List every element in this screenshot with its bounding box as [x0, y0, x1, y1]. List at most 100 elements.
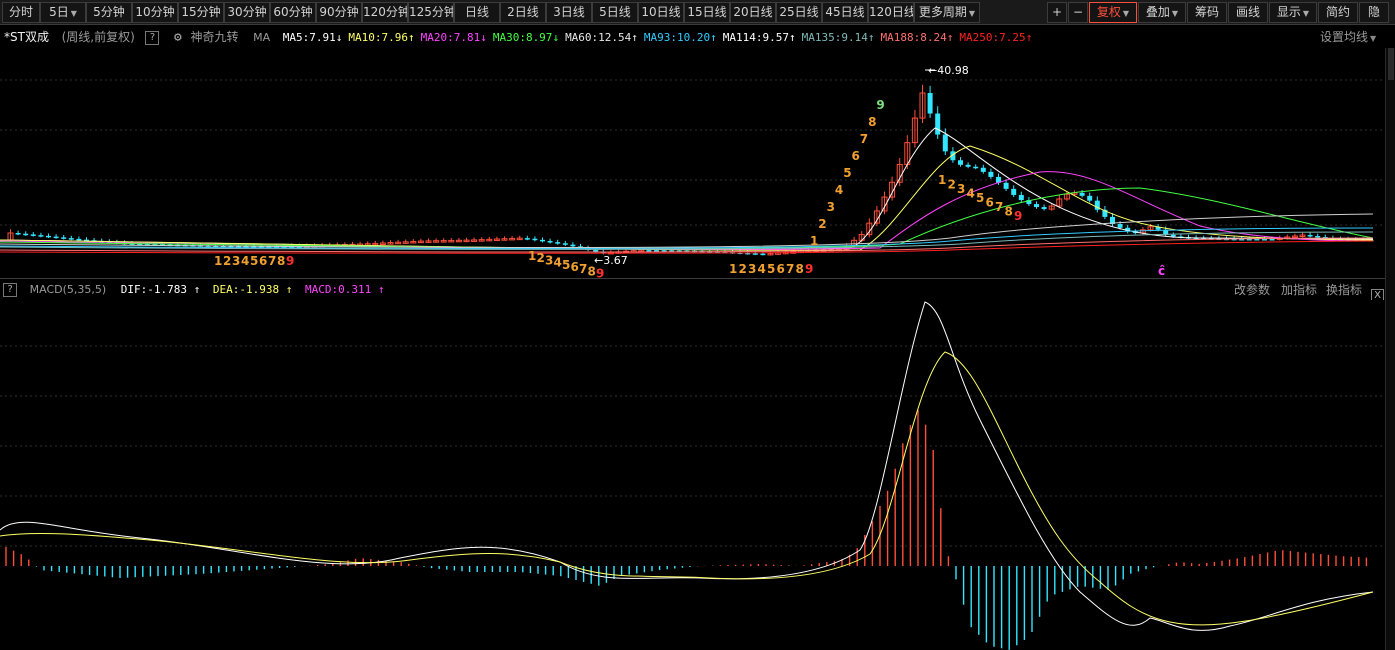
td_seq_3-num-1: 2	[739, 262, 747, 276]
tool-button-2[interactable]: 复权 ▼	[1089, 2, 1137, 23]
td_seq_1-num-2: 3	[232, 254, 240, 268]
period-button-13[interactable]: 5日线	[592, 2, 638, 23]
scrollbar-thumb[interactable]	[1388, 48, 1394, 80]
candle-77	[593, 249, 599, 252]
period-button-2[interactable]: 5分钟	[86, 2, 132, 23]
period-button-7[interactable]: 90分钟	[316, 2, 362, 23]
td_seq_2-num-0: 1	[528, 249, 536, 263]
candle-128	[980, 167, 986, 172]
td_up-num-6: 7	[860, 132, 868, 146]
period-button-6[interactable]: 60分钟	[270, 2, 316, 23]
candle-69	[532, 238, 538, 241]
switch-indicator-button[interactable]: 换指标	[1326, 279, 1362, 300]
candle-142	[1087, 195, 1093, 201]
candle-132	[1011, 188, 1017, 195]
dif-line	[0, 301, 1374, 631]
ma20-line	[0, 171, 1374, 250]
kline-chart[interactable]: ←40.98←3.671 2 3 4 5 6 7 8 9 1 2 3 4 5 6 7 8 9 1 2 3 4 5 6 7 8 912…	[0, 48, 1395, 278]
candle-146	[1117, 224, 1123, 228]
td_up-num-0: 1	[810, 234, 818, 248]
period-button-0[interactable]: 分时	[2, 2, 40, 23]
candle-131	[1003, 182, 1009, 189]
td_seq_1-num-6: 7	[268, 254, 276, 268]
tool-button-6[interactable]: 显示 ▼	[1269, 2, 1317, 23]
candle-98	[752, 253, 758, 255]
tool-button-0[interactable]: +	[1047, 2, 1067, 23]
td_seq_1-num-7: 8	[277, 254, 285, 268]
tool-button-5[interactable]: 画线	[1228, 2, 1268, 23]
change-params-button[interactable]: 改参数	[1234, 279, 1270, 300]
indicator-name[interactable]: 神奇九转	[190, 26, 238, 48]
td_up-num-2: 3	[827, 200, 835, 214]
macd-name[interactable]: MACD(5,35,5)	[30, 279, 107, 300]
candle-133	[1018, 194, 1024, 201]
period-button-4[interactable]: 15分钟	[178, 2, 224, 23]
add-indicator-button[interactable]: 加指标	[1281, 279, 1317, 300]
td_down-num-7: 8	[1005, 205, 1013, 219]
gear-icon[interactable]: ⚙	[174, 27, 182, 48]
period-button-5[interactable]: 30分钟	[224, 2, 270, 23]
td_down-num-8: 9	[1014, 209, 1022, 223]
close-indicator-icon[interactable]: X	[1371, 283, 1384, 300]
td_seq_2-num-2: 3	[545, 253, 553, 267]
help-icon[interactable]: ?	[145, 31, 160, 45]
period-button-3[interactable]: 10分钟	[132, 2, 178, 23]
macd-help-icon[interactable]: ?	[3, 283, 17, 297]
candle-7	[61, 237, 67, 239]
period-toolbar: 分时 5日 ▼ 5分钟 10分钟 15分钟 30分钟 60分钟 90分钟 120分钟 125分钟 日线…	[0, 0, 1395, 25]
period-button-12[interactable]: 3日线	[546, 2, 592, 23]
td_seq_3-num-4: 5	[767, 262, 775, 276]
chevron-down-icon: ▼	[1171, 9, 1179, 18]
td_seq_2-num-7: 8	[588, 264, 596, 278]
period-button-8[interactable]: 120分钟	[362, 2, 408, 23]
td_seq_1-num-4: 5	[250, 254, 258, 268]
td_up-num-5: 6	[852, 149, 860, 163]
td_seq_1-num-5: 6	[259, 254, 267, 268]
td_down-num-4: 5	[976, 191, 984, 205]
candle-73	[562, 243, 568, 245]
period-button-10[interactable]: 日线	[454, 2, 500, 23]
td_down-num-1: 2	[948, 178, 956, 192]
macd-chart[interactable]	[0, 300, 1395, 650]
candle-3	[30, 234, 36, 236]
low-price-label: ←3.67	[594, 254, 628, 267]
ma-settings-link[interactable]: 设置均线 ▼	[1320, 26, 1376, 48]
right-scrollbar[interactable]	[1385, 48, 1395, 650]
period-button-9[interactable]: 125分钟	[408, 2, 454, 23]
chevron-down-icon: ▼	[70, 9, 77, 18]
ma-info-bar: *ST双成 (周线,前复权) ? ⚙ 神奇九转 MA MA5:7.91 ↓ MA1…	[0, 26, 1395, 48]
period-button-19[interactable]: 120日线	[868, 2, 914, 23]
tool-button-1[interactable]: −	[1068, 2, 1088, 23]
td_up-num-4: 5	[843, 166, 851, 180]
period-button-16[interactable]: 20日线	[730, 2, 776, 23]
td_down-num-2: 3	[957, 182, 965, 196]
tool-button-8[interactable]: 隐	[1359, 2, 1389, 23]
candle-165	[1262, 239, 1267, 241]
ma-item-2: MA20:7.81 ↓	[420, 31, 487, 44]
period-button-11[interactable]: 2日线	[500, 2, 546, 23]
tool-button-7[interactable]: 简约	[1318, 2, 1358, 23]
candle-9	[76, 238, 82, 241]
td_seq_3-num-6: 7	[786, 262, 794, 276]
candle-1	[15, 233, 21, 235]
period-button-17[interactable]: 25日线	[776, 2, 822, 23]
period-button-1[interactable]: 5日 ▼	[40, 2, 86, 23]
candle-122	[935, 113, 941, 135]
tool-button-4[interactable]: 筹码	[1187, 2, 1227, 23]
candle-2	[23, 233, 29, 236]
candle-74	[570, 244, 576, 247]
period-button-14[interactable]: 10日线	[638, 2, 684, 23]
td_seq_3-num-3: 4	[758, 262, 766, 276]
chevron-down-icon: ▼	[968, 9, 976, 18]
tool-button-3[interactable]: 叠加 ▼	[1138, 2, 1186, 23]
td_seq_3-num-5: 6	[777, 262, 785, 276]
candle-6	[53, 236, 59, 239]
td_seq_2-num-1: 2	[537, 251, 545, 265]
macd-info-bar: ? MACD(5,35,5) DIF:-1.783 ↑ DEA:-1.938 ↑…	[0, 278, 1395, 300]
td_seq_1-num-8: 9	[286, 254, 294, 268]
period-button-20[interactable]: 更多周期 ▼	[914, 2, 980, 23]
period-button-18[interactable]: 45日线	[822, 2, 868, 23]
period-button-15[interactable]: 15日线	[684, 2, 730, 23]
ma-item-6: MA114:9.57 ↑	[722, 31, 796, 44]
candle-4	[38, 235, 44, 237]
